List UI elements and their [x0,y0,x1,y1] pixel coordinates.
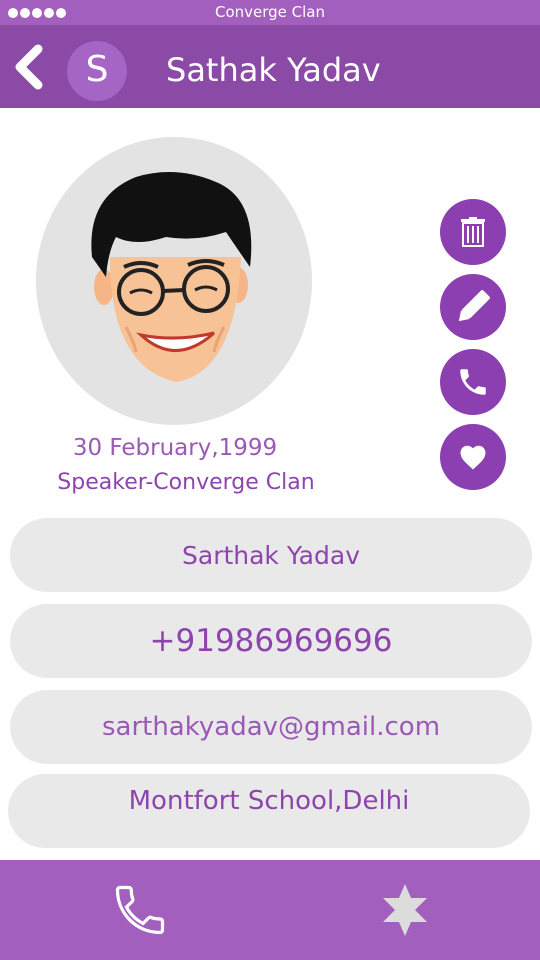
profile-photo [36,137,312,425]
favorite-button[interactable] [440,424,506,490]
school-field[interactable]: Montfort School,Delhi [8,774,530,848]
status-bar-title: Converge Clan [214,3,326,21]
email-field[interactable]: sarthakyadav@gmail.com [10,690,532,764]
call-button[interactable] [440,349,506,415]
edit-button[interactable] [440,274,506,340]
name-field[interactable]: Sarthak Yadav [10,518,532,592]
trash-icon [461,217,485,247]
nav-calls-button[interactable] [108,880,172,940]
chevron-left-icon [15,44,43,90]
status-bar: Converge Clan [0,0,540,25]
pencil-icon [458,290,490,322]
star-icon [383,884,427,936]
birth-date: 30 February,1999 [72,435,278,461]
bottom-nav [0,860,540,960]
phone-icon [115,885,165,935]
nav-favorites-button[interactable] [380,882,430,938]
delete-button[interactable] [440,199,506,265]
role-label: Speaker-Converge Clan [57,470,315,495]
phone-field[interactable]: +91986969696 [10,604,532,678]
phone-icon [460,369,486,395]
page-title: Sathak Yadav [166,51,381,89]
app-header: S Sathak Yadav [0,25,540,108]
back-button[interactable] [10,43,50,91]
heart-icon [460,445,486,470]
avatar[interactable]: S [67,41,127,101]
